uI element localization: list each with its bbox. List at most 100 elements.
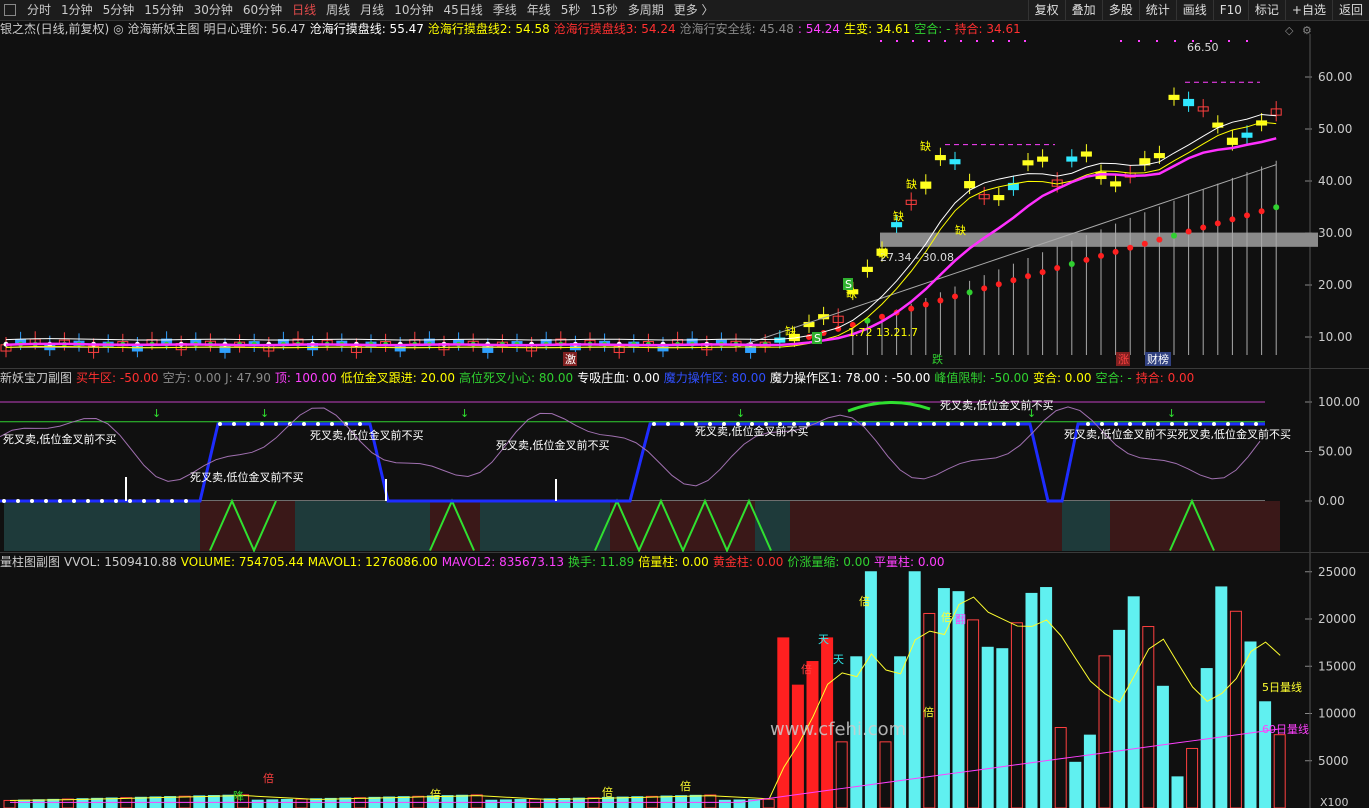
tool-button[interactable]: 返回 — [1331, 0, 1369, 20]
sar-dot — [1025, 273, 1031, 280]
candle-body — [1022, 160, 1034, 166]
axis-tick-label: 50.00 — [1318, 445, 1352, 459]
signal-text: 死叉卖,低位金叉前不买 — [310, 428, 424, 442]
sar-dot — [1200, 224, 1207, 231]
zone-dot — [260, 422, 264, 426]
zone-dot — [128, 499, 132, 503]
zone-dot — [1114, 422, 1118, 426]
period-tab[interactable]: 月线 — [355, 2, 389, 18]
axis-tick-label: 40.00 — [1318, 174, 1352, 188]
volume-bar — [981, 646, 994, 808]
period-toolbar: 分时 1分钟 5分钟 15分钟 30分钟 60分钟 日线 周线 月线 10分钟 45日线 季线 年线 5秒… — [0, 0, 1369, 21]
axis-tick-label: 5000 — [1318, 754, 1349, 768]
zone-dot — [316, 422, 320, 426]
signal-text: 死叉卖,低位金叉前不买 — [3, 432, 117, 446]
axis-tick-label: 25000 — [1318, 565, 1356, 579]
volume-bar — [587, 797, 600, 808]
period-tab[interactable]: 年线 — [522, 2, 556, 18]
volume-marker: 天 — [833, 653, 844, 666]
volume-marker: 倍 — [923, 705, 934, 719]
down-arrow-icon: ↓ — [260, 407, 269, 420]
tool-button[interactable]: +自选 — [1284, 0, 1332, 20]
period-tab[interactable]: 60分钟 — [238, 2, 287, 18]
sar-dot — [1156, 236, 1163, 243]
tool-button[interactable]: 画线 — [1175, 0, 1213, 20]
period-tab[interactable]: 30分钟 — [189, 2, 238, 18]
zone-dot — [246, 422, 250, 426]
zone-dot — [974, 422, 978, 426]
tool-button[interactable]: 叠加 — [1064, 0, 1102, 20]
volume-bar — [1171, 776, 1184, 808]
zone-dot — [1100, 422, 1104, 426]
period-tab[interactable]: 15秒 — [585, 2, 622, 18]
volume-chart[interactable]: 25000 20000 15000 10000 5000 5日量线 60日量线 X100 www… — [0, 553, 1369, 808]
axis-tick-label: 20.00 — [1318, 278, 1352, 292]
axis-tick-label: 0.00 — [1318, 494, 1345, 508]
period-tab[interactable]: 季线 — [488, 2, 522, 18]
zone-dot — [1156, 422, 1160, 426]
indicator-panel[interactable]: 新妖宝刀副图 买牛区: -50.00 空方: 0.00 J: 47.90 顶: 100.… — [0, 368, 1369, 553]
main-chart-panel[interactable]: 银之杰(日线,前复权) ◎ 沧海新妖主图 明日心理价: 56.47 沧海行摸盘线: 5… — [0, 20, 1369, 368]
tool-button[interactable]: F10 — [1212, 0, 1248, 20]
signal-text: 死叉卖,低位金叉前不买 — [940, 398, 1054, 412]
period-tab[interactable]: 日线 — [287, 2, 321, 18]
top-marker — [896, 40, 898, 42]
sar-dot — [1229, 216, 1236, 223]
zone-dot — [1086, 422, 1090, 426]
tool-button[interactable]: 多股 — [1101, 0, 1139, 20]
period-tab[interactable]: 10分钟 — [389, 2, 438, 18]
support-zone-band — [880, 232, 1318, 247]
period-tab[interactable]: 周线 — [321, 2, 355, 18]
volume-marker: 倍 — [801, 662, 812, 676]
sar-dot — [966, 289, 973, 296]
signal-marker: 缺 — [785, 324, 796, 338]
candle-body — [1080, 151, 1092, 157]
volume-bar — [1215, 586, 1228, 808]
top-marker — [928, 40, 930, 42]
down-arrow-icon: ↓ — [1167, 407, 1176, 420]
period-tab[interactable]: 45日线 — [438, 2, 487, 18]
zone-dot — [652, 422, 656, 426]
zone-label: 27.34 - 30.08 — [880, 251, 954, 264]
volume-bar — [207, 795, 220, 808]
period-tab[interactable]: 5分钟 — [98, 2, 140, 18]
zone-dot — [58, 499, 62, 503]
zone-dot — [932, 422, 936, 426]
candlestick-chart[interactable]: 60.00 50.00 40.00 30.00 20.00 10.00 66.50 27.34… — [0, 20, 1369, 368]
tool-button[interactable]: 统计 — [1138, 0, 1176, 20]
window-menu-icon[interactable] — [4, 4, 16, 16]
zone-dot — [330, 422, 334, 426]
signal-marker: 跌 — [932, 352, 943, 366]
candle-body — [1168, 94, 1180, 100]
zone-dot — [1254, 422, 1258, 426]
signal-marker: 涨 — [1118, 353, 1129, 366]
period-tab[interactable]: 5秒 — [556, 2, 586, 18]
period-tab[interactable]: 多周期 — [623, 2, 669, 18]
indicator-chart[interactable]: 100.0050.000.00↓ ↓ ↓ ↓ ↓ ↓死叉卖,低位金叉前不买死叉卖,低位金叉… — [0, 369, 1369, 553]
volume-panel[interactable]: 量柱图副图 VVOL: 1509410.88 VOLUME: 754705.44 MA… — [0, 552, 1369, 808]
sar-dot — [1010, 277, 1017, 284]
sar-dot — [952, 293, 958, 300]
s-badge-text: S — [814, 332, 821, 345]
sar-dot — [1068, 260, 1075, 267]
high-price-label: 66.50 — [1187, 41, 1219, 54]
zone-dot — [1240, 422, 1244, 426]
tool-button[interactable]: 标记 — [1247, 0, 1285, 20]
period-tab[interactable]: 1分钟 — [56, 2, 98, 18]
zone-dot — [1170, 422, 1174, 426]
sar-dot — [1141, 240, 1148, 247]
period-tab[interactable]: 15分钟 — [139, 2, 188, 18]
sar-dot — [995, 281, 1002, 288]
signal-marker: 缺 — [955, 223, 966, 237]
sar-dot — [1171, 232, 1177, 239]
sar-dot — [1185, 228, 1192, 235]
green-swoosh — [847, 401, 931, 413]
tool-button[interactable]: 复权 — [1027, 0, 1065, 20]
top-marker — [944, 40, 946, 42]
period-tab[interactable]: 分时 — [22, 2, 56, 18]
top-marker — [1156, 40, 1158, 42]
zone-dot — [890, 422, 894, 426]
period-tab[interactable]: 更多 〉 — [669, 2, 719, 18]
sar-dot — [1112, 248, 1119, 255]
zone-dot — [680, 422, 684, 426]
